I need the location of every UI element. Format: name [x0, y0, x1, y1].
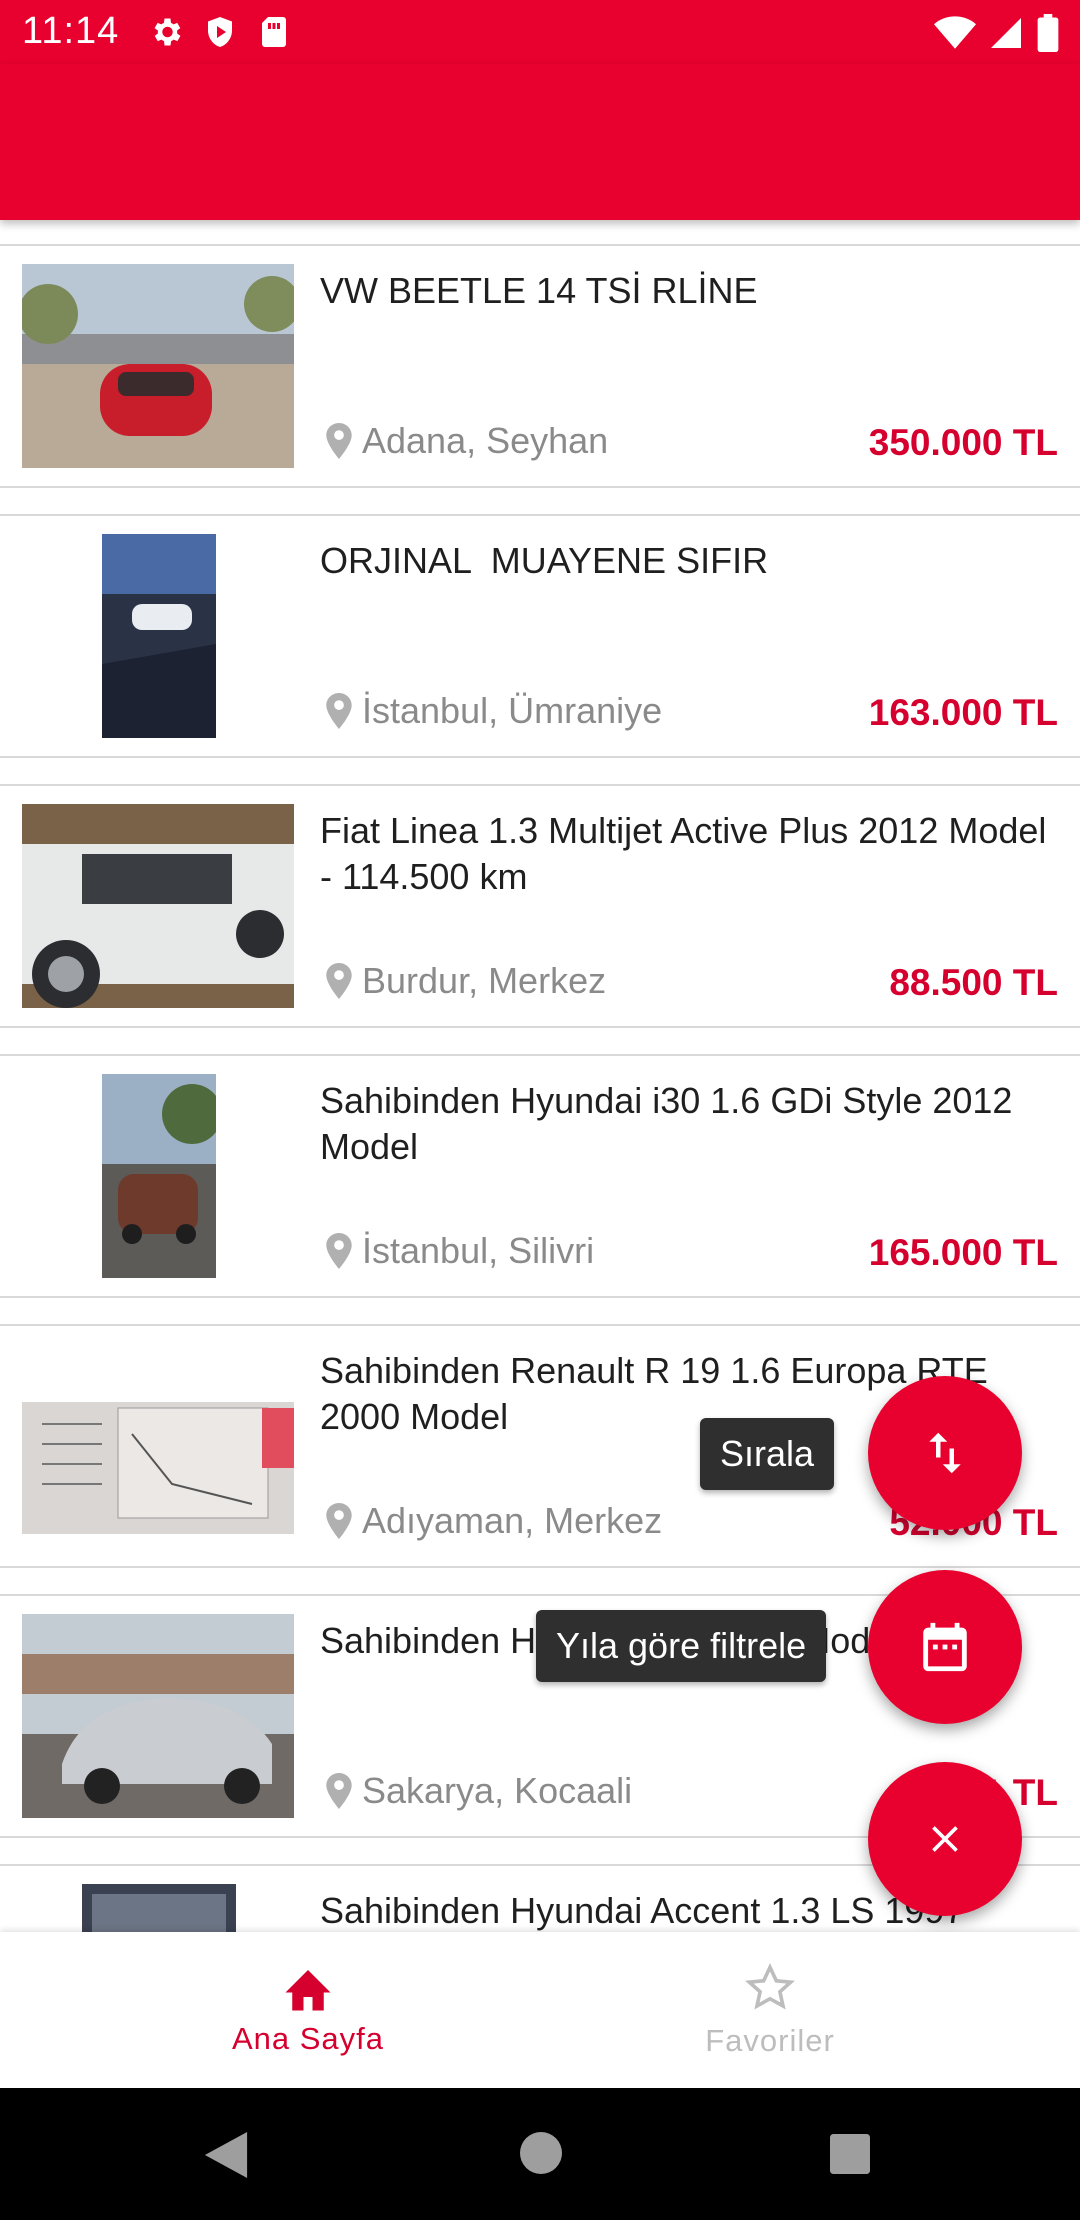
gear-icon	[154, 18, 181, 46]
year-filter-button[interactable]	[868, 1570, 1022, 1724]
listing-title: ORJINAL MUAYENE SIFIR	[320, 540, 769, 581]
back-icon[interactable]	[204, 2132, 248, 2178]
listing-price: 88.500 TL	[889, 962, 1058, 1003]
listing-location: İstanbul, Ümraniye	[326, 690, 662, 732]
listing-location: Sakarya, Kocaali	[326, 1770, 632, 1812]
listing-photo	[22, 1344, 294, 1548]
close-fab-button[interactable]	[868, 1762, 1022, 1916]
listing-location-text: Adıyaman, Merkez	[362, 1500, 663, 1541]
location-pin-icon	[326, 963, 352, 999]
listing-location: Adıyaman, Merkez	[326, 1500, 662, 1542]
nav-home-label: Ana Sayfa	[231, 2021, 385, 2056]
listing-location-text: Burdur, Merkez	[362, 960, 607, 1001]
swap-vertical-icon	[929, 1432, 961, 1474]
nav-home[interactable]: Ana Sayfa	[38, 1932, 578, 2088]
listing-photo	[102, 1074, 216, 1278]
listing-price: 163.000 TL	[868, 692, 1058, 733]
listing-photo	[22, 1614, 294, 1818]
nav-favorites-label: Favoriler	[705, 2023, 835, 2058]
listing-location: Adana, Seyhan	[326, 420, 608, 462]
battery-icon	[1037, 14, 1059, 52]
sim-card-icon	[262, 17, 286, 47]
listing-title: VW BEETLE 14 TSİ RLİNE	[320, 270, 758, 311]
calendar-icon	[923, 1622, 967, 1672]
status-icons-left	[148, 14, 292, 50]
listing-location: Burdur, Merkez	[326, 960, 606, 1002]
wifi-icon	[934, 16, 976, 49]
listing-title: Sahibinden Hyundai i30 1.6 GDi Style 201…	[320, 1080, 1023, 1167]
star-icon	[745, 1963, 795, 2010]
listing-card[interactable]: VW BEETLE 14 TSİ RLİNE Adana, Seyhan 350…	[0, 244, 1080, 488]
listing-card[interactable]: ORJINAL MUAYENE SIFIR İstanbul, Ümraniye…	[0, 514, 1080, 758]
listing-price: 165.000 TL	[868, 1232, 1058, 1273]
bottom-navigation: Ana Sayfa Favoriler	[0, 1932, 1080, 2088]
location-pin-icon	[326, 1233, 352, 1269]
listing-photo	[102, 534, 216, 738]
listing-card[interactable]: Sahibinden Hyundai i30 1.6 GDi Style 201…	[0, 1054, 1080, 1298]
listing-location-text: Sakarya, Kocaali	[362, 1770, 633, 1811]
sort-button[interactable]	[868, 1376, 1022, 1530]
listing-location-text: Adana, Seyhan	[362, 420, 609, 461]
listing-location: İstanbul, Silivri	[326, 1230, 594, 1272]
status-icons-right	[934, 14, 1060, 52]
location-pin-icon	[326, 1773, 352, 1809]
status-time: 11:14	[22, 10, 120, 52]
sort-tooltip: Sırala	[700, 1418, 835, 1490]
signal-icon	[991, 18, 1021, 48]
app-bar	[0, 64, 1080, 220]
listing-photo	[22, 804, 294, 1008]
location-pin-icon	[326, 423, 352, 459]
listing-location-text: İstanbul, Ümraniye	[362, 690, 663, 731]
nav-favorites[interactable]: Favoriler	[500, 1932, 1040, 2088]
recents-icon[interactable]	[830, 2134, 870, 2174]
system-navigation-bar	[0, 2088, 1080, 2220]
location-pin-icon	[326, 1503, 352, 1539]
close-icon	[932, 1826, 958, 1852]
status-bar: 11:14	[0, 0, 1080, 64]
home-icon	[285, 1970, 331, 2011]
location-pin-icon	[326, 693, 352, 729]
shield-icon	[208, 17, 232, 47]
listing-location-text: İstanbul, Silivri	[362, 1230, 595, 1271]
listing-title: Fiat Linea 1.3 Multijet Active Plus 2012…	[320, 810, 1057, 897]
home-circle-icon[interactable]	[520, 2132, 562, 2174]
year-filter-tooltip: Yıla göre filtrele	[536, 1610, 827, 1682]
listing-photo	[82, 1884, 236, 1932]
listing-photo	[22, 264, 294, 468]
listing-price: 350.000 TL	[868, 422, 1058, 463]
listing-card[interactable]: Fiat Linea 1.3 Multijet Active Plus 2012…	[0, 784, 1080, 1028]
